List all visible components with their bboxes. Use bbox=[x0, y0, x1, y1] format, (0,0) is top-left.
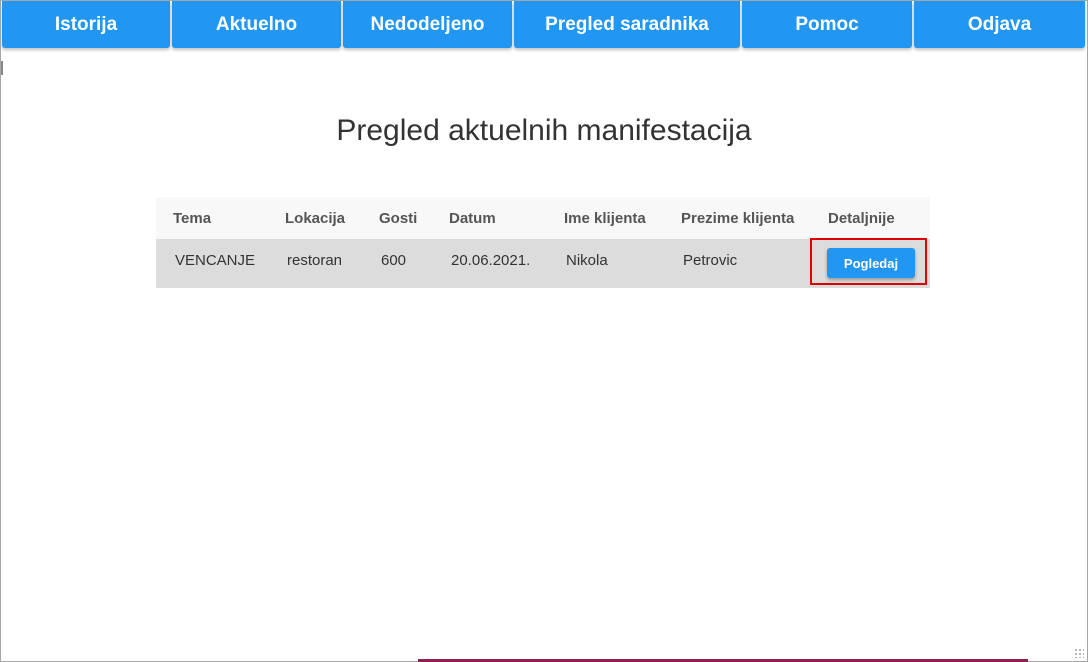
header-prezime-klijenta: Prezime klijenta bbox=[681, 210, 795, 227]
header-tema: Tema bbox=[173, 210, 212, 227]
app-window: Istorija Aktuelno Nedodeljeno Pregled sa… bbox=[0, 0, 1088, 662]
nav-nedodeljeno[interactable]: Nedodeljeno bbox=[343, 1, 512, 48]
table-header-row: Tema Lokacija Gosti Datum Ime klijenta P… bbox=[156, 197, 930, 239]
manifestations-table: Tema Lokacija Gosti Datum Ime klijenta P… bbox=[156, 197, 930, 288]
cell-prezime: Petrovic bbox=[683, 252, 738, 269]
window-edge-marker bbox=[1, 61, 3, 75]
header-datum: Datum bbox=[449, 210, 496, 227]
cell-datum: 20.06.2021. bbox=[451, 252, 531, 269]
cell-lokacija: restoran bbox=[287, 252, 343, 269]
pogledaj-button[interactable]: Pogledaj bbox=[827, 248, 915, 278]
top-navbar: Istorija Aktuelno Nedodeljeno Pregled sa… bbox=[2, 1, 1085, 48]
nav-istorija[interactable]: Istorija bbox=[2, 1, 170, 48]
header-gosti: Gosti bbox=[379, 210, 418, 227]
table-row: VENCANJE restoran 600 20.06.2021. Nikola… bbox=[156, 238, 930, 288]
page-title: Pregled aktuelnih manifestacija bbox=[336, 114, 752, 147]
nav-odjava[interactable]: Odjava bbox=[914, 1, 1085, 48]
nav-pomoc[interactable]: Pomoc bbox=[742, 1, 912, 48]
cell-tema: VENCANJE bbox=[175, 252, 256, 269]
cell-ime: Nikola bbox=[566, 252, 608, 269]
header-ime-klijenta: Ime klijenta bbox=[564, 210, 646, 227]
nav-pregled-saradnika[interactable]: Pregled saradnika bbox=[514, 1, 740, 48]
cell-gosti: 600 bbox=[381, 252, 407, 269]
resize-grip-icon[interactable] bbox=[1074, 648, 1084, 658]
header-lokacija: Lokacija bbox=[285, 210, 346, 227]
nav-aktuelno[interactable]: Aktuelno bbox=[172, 1, 341, 48]
header-detaljnije: Detaljnije bbox=[828, 210, 895, 227]
